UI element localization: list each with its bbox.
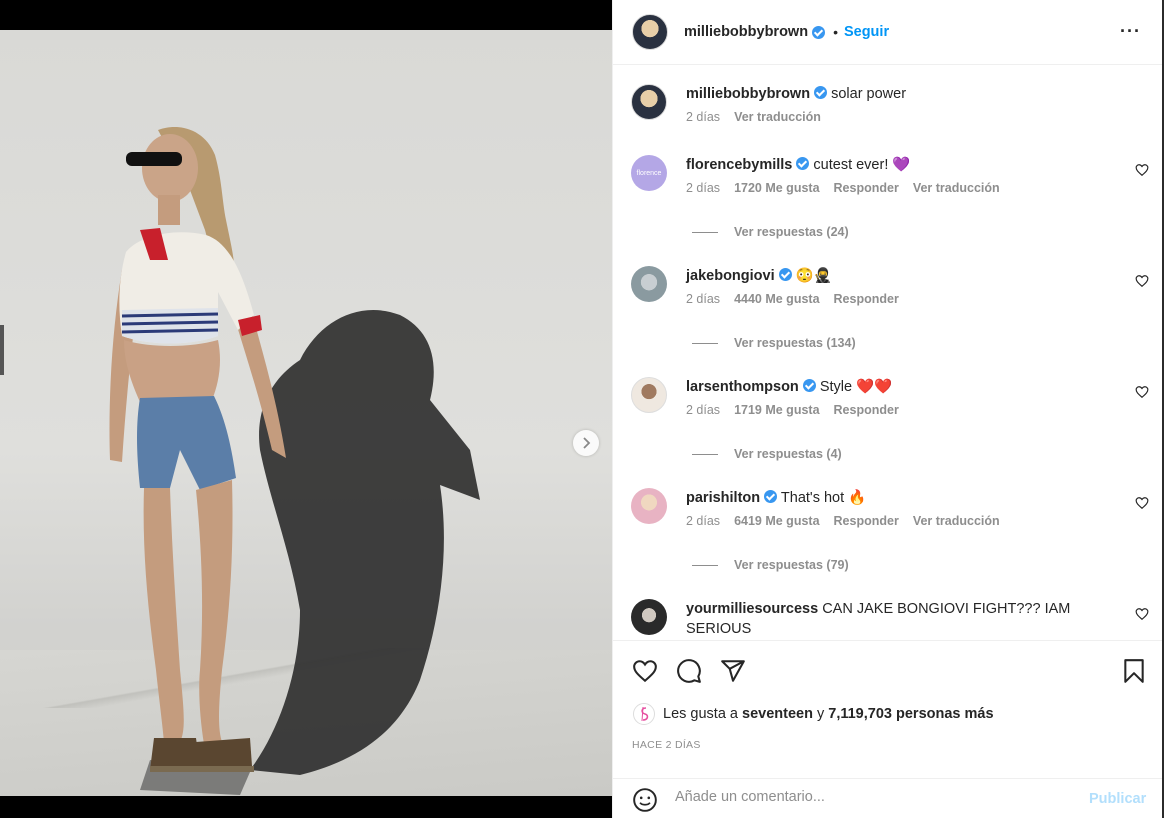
reply-button[interactable]: Responder (834, 514, 899, 528)
heart-icon[interactable] (1135, 163, 1149, 177)
post-media (0, 0, 612, 818)
verified-icon (802, 379, 816, 392)
commenter-username[interactable]: jakebongiovi (686, 268, 775, 284)
likes-conjunction: y (816, 706, 825, 722)
comment-time[interactable]: 2 días (686, 403, 720, 417)
heart-icon[interactable] (1135, 385, 1149, 399)
commenter-username[interactable]: larsenthompson (686, 379, 799, 395)
verified-icon (796, 157, 810, 170)
commenter-avatar[interactable]: florence (631, 155, 667, 191)
post-sidebar: milliebobbybrown • Seguir ··· milliebobb… (612, 0, 1163, 818)
liker-username[interactable]: seventeen (742, 706, 813, 722)
likes-prefix: Les gusta a (663, 706, 738, 722)
comment-time[interactable]: 2 días (686, 181, 720, 195)
view-replies-label: Ver respuestas (24) (734, 225, 849, 239)
separator-dot: • (833, 24, 838, 40)
commenter-username[interactable]: yourmilliesourcess (686, 601, 818, 617)
bookmark-icon[interactable] (1121, 658, 1147, 684)
view-replies-button[interactable]: Ver respuestas (4) (692, 447, 842, 461)
translate-link[interactable]: Ver traducción (913, 514, 1000, 528)
author-avatar[interactable] (632, 14, 668, 50)
heart-icon[interactable] (632, 658, 658, 684)
comments-list[interactable]: milliebobbybrown solar power 2 días Ver … (613, 66, 1163, 640)
follow-button[interactable]: Seguir (844, 24, 889, 40)
verified-icon (764, 490, 778, 503)
chevron-right-icon (583, 437, 591, 449)
publish-button[interactable]: Publicar (1089, 791, 1146, 807)
author-avatar[interactable] (631, 84, 667, 120)
view-replies-label: Ver respuestas (79) (734, 558, 849, 572)
view-replies-label: Ver respuestas (4) (734, 447, 842, 461)
reply-button[interactable]: Responder (834, 181, 899, 195)
translate-link[interactable]: Ver traducción (913, 181, 1000, 195)
reply-button[interactable]: Responder (834, 403, 899, 417)
commenter-avatar[interactable] (631, 377, 667, 413)
view-replies-button[interactable]: Ver respuestas (79) (692, 558, 849, 572)
comment-likes[interactable]: 6419 Me gusta (734, 514, 819, 528)
emoji-icon[interactable] (632, 787, 658, 813)
commenter-username[interactable]: parishilton (686, 490, 760, 506)
view-replies-button[interactable]: Ver respuestas (24) (692, 225, 849, 239)
post-actions: Les gusta a seventeen y 7,119,703 person… (613, 640, 1163, 778)
post-photo[interactable] (0, 30, 612, 796)
liker-avatar[interactable] (633, 703, 655, 725)
author-username[interactable]: milliebobbybrown (684, 24, 808, 40)
caption-username[interactable]: milliebobbybrown (686, 86, 810, 102)
comment-emoji: ❤️❤️ (856, 379, 893, 395)
comment-likes[interactable]: 1719 Me gusta (734, 403, 819, 417)
heart-icon[interactable] (1135, 274, 1149, 288)
comment-time[interactable]: 2 días (686, 292, 720, 306)
comment-likes[interactable]: 1720 Me gusta (734, 181, 819, 195)
caption-time[interactable]: 2 días (686, 110, 720, 124)
comment-text: cutest ever! (813, 157, 889, 173)
reply-button[interactable]: Responder (834, 292, 899, 306)
comment-input[interactable] (675, 789, 1055, 805)
comment-emoji: 💜 (892, 157, 911, 173)
more-options-icon[interactable]: ··· (1120, 22, 1141, 40)
translate-link[interactable]: Ver traducción (734, 110, 821, 124)
avatar-logo-text: florence (636, 169, 662, 177)
commenter-avatar[interactable] (631, 599, 667, 635)
heart-icon[interactable] (1135, 496, 1149, 510)
comment-icon[interactable] (676, 658, 702, 684)
comment-emoji: 😳🥷 (795, 268, 832, 284)
view-replies-button[interactable]: Ver respuestas (134) (692, 336, 856, 350)
view-replies-label: Ver respuestas (134) (734, 336, 856, 350)
commenter-avatar[interactable] (631, 266, 667, 302)
likes-count[interactable]: 7,119,703 personas más (828, 706, 993, 722)
add-comment-bar: Publicar (613, 778, 1163, 818)
caption-text: solar power (831, 86, 907, 102)
commenter-username[interactable]: florencebymills (686, 157, 792, 173)
post-header: milliebobbybrown • Seguir ··· (613, 0, 1163, 65)
likes-summary[interactable]: Les gusta a seventeen y 7,119,703 person… (633, 703, 994, 725)
share-icon[interactable] (720, 658, 746, 684)
comment-emoji: 🔥 (848, 490, 867, 506)
comment-text: Style (819, 379, 853, 395)
heart-icon[interactable] (1135, 607, 1149, 621)
comment-likes[interactable]: 4440 Me gusta (734, 292, 819, 306)
verified-icon (812, 25, 826, 39)
verified-icon (778, 268, 792, 281)
seventeen-logo-icon (641, 706, 649, 722)
comment-time[interactable]: 2 días (686, 514, 720, 528)
verified-icon (814, 86, 828, 99)
carousel-next-button[interactable] (573, 430, 599, 456)
comment-text: That's hot (780, 490, 845, 506)
post-timestamp[interactable]: HACE 2 DÍAS (632, 739, 701, 751)
commenter-avatar[interactable] (631, 488, 667, 524)
person-figure (109, 127, 286, 772)
